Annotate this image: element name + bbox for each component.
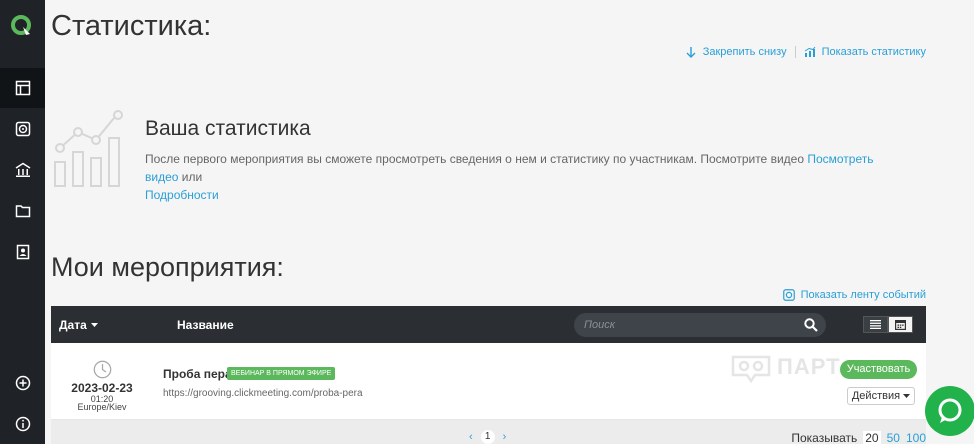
contact-book-icon (16, 244, 29, 260)
pagination: ‹ 1 › (469, 430, 506, 444)
sidebar-item-dashboard[interactable] (0, 68, 45, 108)
per-page-label: Показывать (791, 431, 858, 444)
table-footer: ‹ 1 › Показывать 20 50 100 (51, 420, 926, 444)
stats-toolbar: Закрепить снизу Показать статистику (685, 46, 926, 58)
event-name-link[interactable]: Проба пера (163, 367, 232, 381)
sidebar-item-add[interactable] (0, 363, 45, 403)
sidebar-item-webinars[interactable] (0, 109, 45, 149)
details-link[interactable]: Подробности (145, 188, 219, 202)
column-name-label: Название (177, 318, 234, 332)
calendar-view-button[interactable] (888, 316, 913, 333)
list-view-button[interactable] (863, 316, 888, 333)
table-row: 2023-02-23 01:20 Europe/Kiev Проба пера … (51, 343, 926, 420)
chat-bubble-icon (938, 398, 962, 423)
page-title: Статистика: (51, 10, 212, 42)
arrow-down-icon (686, 47, 696, 58)
pin-bottom-link[interactable]: Закрепить снизу (685, 46, 787, 58)
plus-circle-icon (15, 375, 30, 391)
glasses-logo-icon (731, 355, 771, 383)
search-input[interactable] (584, 317, 784, 333)
bank-icon (15, 162, 30, 177)
stats-description: После первого мероприятия вы сможете про… (145, 150, 905, 204)
event-date: 2023-02-23 (71, 381, 133, 395)
info-icon (15, 416, 30, 432)
caret-down-icon (903, 394, 911, 398)
layout-icon (15, 80, 30, 96)
per-page-option-50[interactable]: 50 (887, 431, 900, 444)
per-page-selector: Показывать 20 50 100 (791, 431, 926, 444)
stats-chart-illustration-icon (54, 110, 123, 187)
stats-heading: Ваша статистика (145, 117, 311, 140)
column-date-label: Дата (59, 318, 87, 332)
event-url: https://grooving.clickmeeting.com/proba-… (163, 388, 363, 399)
show-event-feed-link[interactable]: Показать ленту событий (782, 289, 926, 301)
page-number[interactable]: 1 (480, 430, 495, 444)
stats-description-text: После первого мероприятия вы сможете про… (145, 152, 808, 166)
next-page-button[interactable]: › (503, 431, 507, 443)
chart-icon (804, 46, 815, 57)
show-event-feed-label: Показать ленту событий (800, 289, 926, 301)
sidebar-item-contacts[interactable] (0, 232, 45, 272)
app-logo-icon[interactable] (10, 14, 34, 38)
prev-page-button[interactable]: ‹ (469, 431, 473, 443)
view-toggle (863, 316, 913, 333)
actions-label: Действия (851, 390, 901, 402)
folder-icon (15, 205, 30, 218)
chat-button[interactable] (925, 386, 974, 436)
sidebar-item-info[interactable] (0, 404, 45, 444)
partner-watermark: ПАРТ (731, 351, 841, 383)
stats-or-text: или (178, 170, 203, 184)
target-icon (15, 121, 30, 137)
live-webinar-badge: ВЕБИНАР В ПРЯМОМ ЭФИРЕ (227, 367, 336, 380)
search-icon[interactable] (804, 318, 818, 332)
watermark-text: ПАРТ (777, 354, 841, 379)
per-page-option-100[interactable]: 100 (906, 431, 926, 444)
list-icon (870, 320, 881, 329)
sidebar-item-statistics[interactable] (0, 150, 45, 190)
event-timezone: Europe/Kiev (77, 402, 127, 412)
calendar-icon (895, 320, 906, 330)
sidebar (0, 0, 45, 444)
join-button[interactable]: Участвовать (840, 360, 917, 379)
pin-bottom-label: Закрепить снизу (702, 46, 787, 58)
sidebar-item-files[interactable] (0, 191, 45, 231)
events-table-header: Дата Название (51, 306, 926, 343)
show-stats-link[interactable]: Показать статистику (804, 46, 926, 58)
clock-icon (93, 360, 112, 379)
feed-icon (782, 289, 795, 301)
column-date-sort[interactable]: Дата (59, 318, 98, 332)
search-box (574, 313, 826, 337)
actions-dropdown[interactable]: Действия (847, 387, 915, 405)
divider (794, 46, 796, 58)
show-stats-label: Показать статистику (821, 46, 926, 58)
events-title: Мои мероприятия: (51, 252, 284, 282)
caret-down-icon (90, 322, 98, 327)
per-page-option-20[interactable]: 20 (863, 431, 881, 444)
